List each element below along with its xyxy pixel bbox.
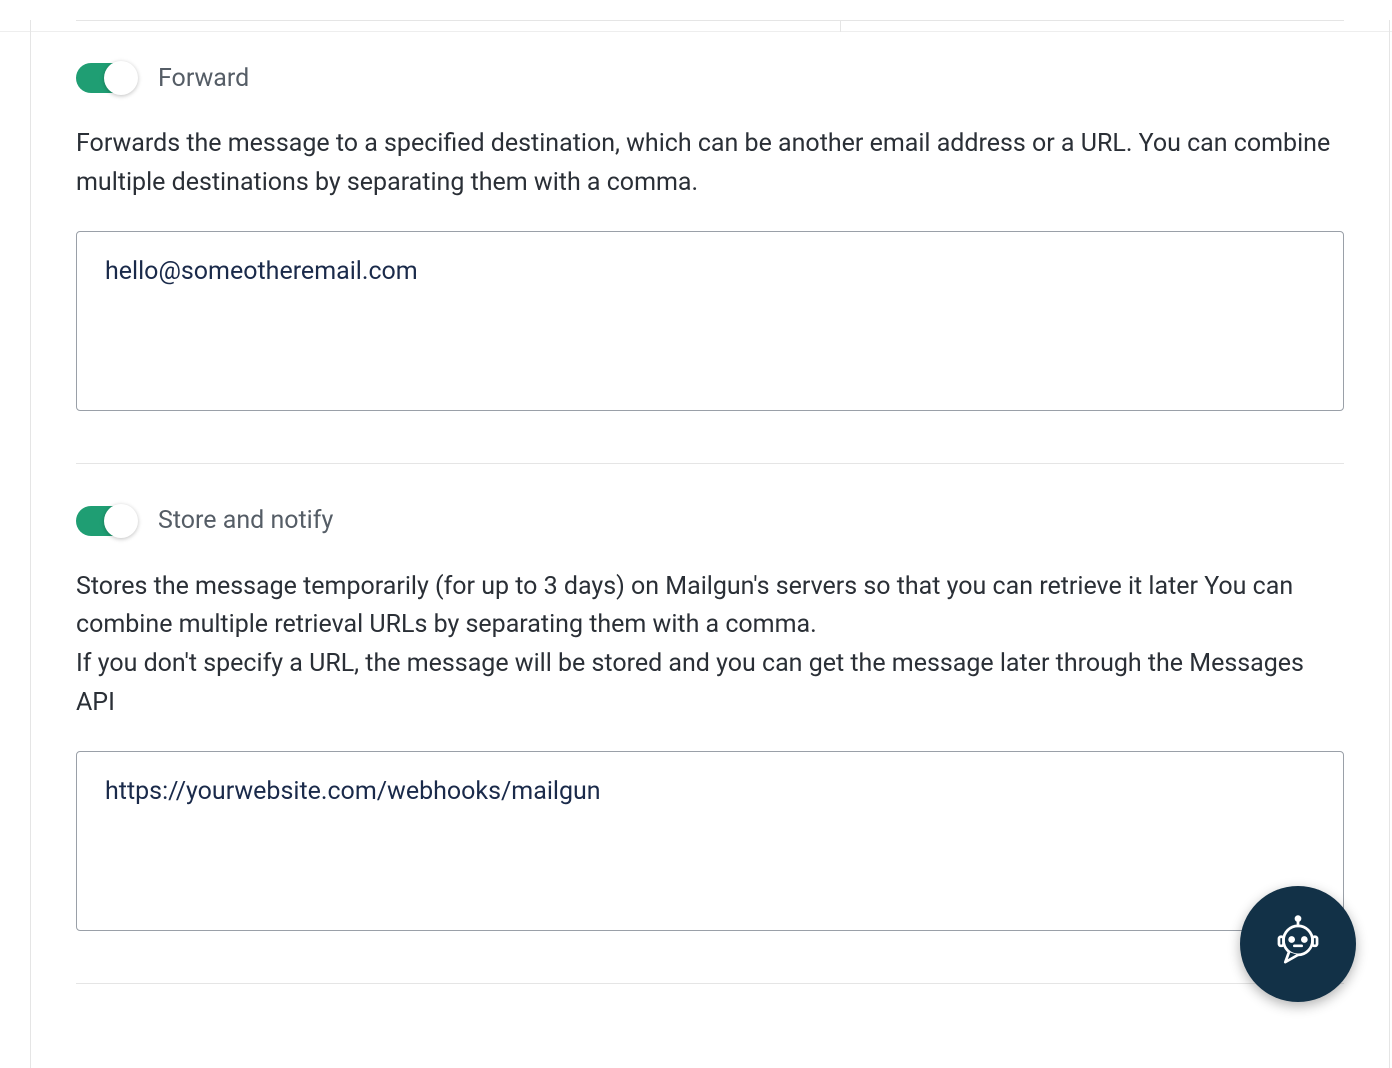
- store-notify-section: Store and notify Stores the message temp…: [76, 464, 1344, 935]
- chat-bot-button[interactable]: [1240, 886, 1356, 1002]
- store-notify-description: Stores the message temporarily (for up t…: [76, 568, 1344, 723]
- forward-label: Forward: [158, 64, 249, 93]
- store-notify-toggle[interactable]: [76, 506, 136, 536]
- forward-toggle[interactable]: [76, 63, 136, 93]
- chat-bot-icon: [1269, 915, 1327, 973]
- store-notify-input[interactable]: [76, 751, 1344, 931]
- section-divider: [76, 983, 1344, 984]
- forward-section: Forward Forwards the message to a specif…: [76, 21, 1344, 415]
- forward-description: Forwards the message to a specified dest…: [76, 125, 1344, 203]
- forward-input[interactable]: [76, 231, 1344, 411]
- store-notify-label: Store and notify: [158, 506, 333, 535]
